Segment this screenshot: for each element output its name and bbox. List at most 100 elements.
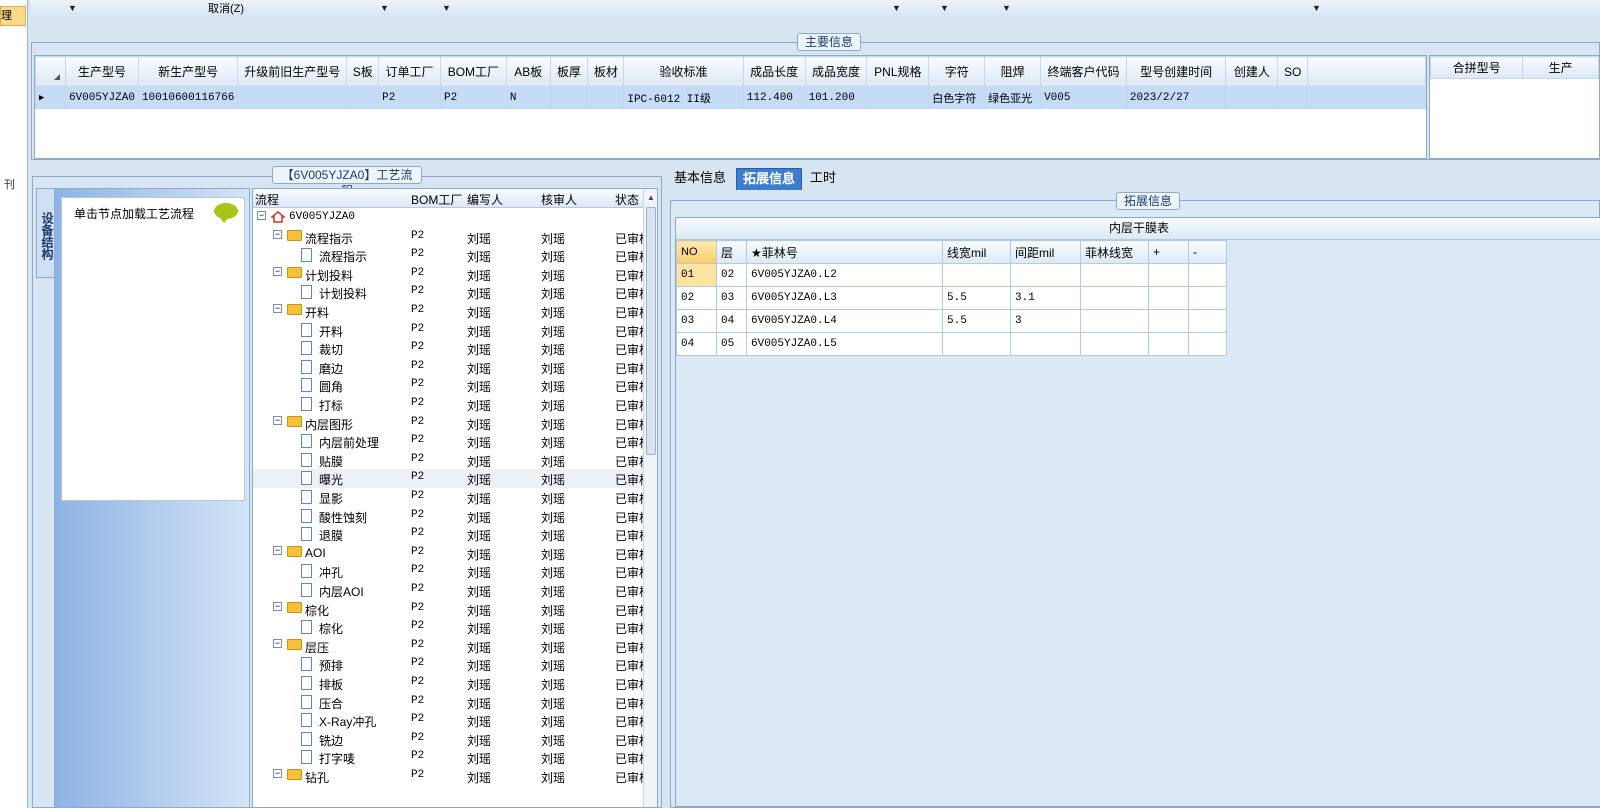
collapse-toggle-icon[interactable]: − bbox=[257, 211, 266, 220]
cell[interactable] bbox=[1080, 263, 1149, 287]
tree-row[interactable]: 贴膜 P2 刘瑶 刘瑶 已审核 bbox=[253, 451, 651, 470]
cell[interactable] bbox=[942, 332, 1011, 356]
cell[interactable]: 6V005YJZA0.L5 bbox=[746, 332, 943, 356]
tree-row[interactable]: 铣边 P2 刘瑶 刘瑶 已审核 bbox=[253, 730, 651, 749]
cell[interactable]: 3.1 bbox=[1010, 286, 1081, 310]
tab-ext-info[interactable]: 拓展信息 bbox=[736, 168, 803, 190]
table-row[interactable]: ▶ 6V005YJZA0 10010600116766 P2 P2 N IPC-… bbox=[35, 86, 1426, 109]
scroll-up-icon[interactable]: ▲ bbox=[647, 193, 655, 202]
table-row[interactable]: 01 02 6V005YJZA0.L2 bbox=[676, 263, 1227, 287]
tree-row[interactable]: 酸性蚀刻 P2 刘瑶 刘瑶 已审核 bbox=[253, 507, 651, 526]
tree-row[interactable]: 预排 P2 刘瑶 刘瑶 已审核 bbox=[253, 655, 651, 674]
cell[interactable]: 10010600116766 bbox=[137, 86, 239, 109]
tree-row[interactable]: 打标 P2 刘瑶 刘瑶 已审核 bbox=[253, 395, 651, 414]
dropdown-arrow-icon[interactable]: ▼ bbox=[442, 0, 451, 16]
column-header[interactable]: 终端客户代码 bbox=[1040, 56, 1127, 87]
column-header[interactable]: 板厚 bbox=[549, 56, 589, 87]
cell[interactable]: 6V005YJZA0.L3 bbox=[746, 286, 943, 310]
column-header[interactable]: 字符 bbox=[928, 56, 986, 87]
cell[interactable]: V005 bbox=[1040, 86, 1127, 109]
tree-row[interactable]: X-Ray冲孔 P2 刘瑶 刘瑶 已审核 bbox=[253, 711, 651, 730]
tree-column-header[interactable]: BOM工厂 bbox=[411, 191, 462, 208]
cell[interactable] bbox=[1188, 286, 1227, 310]
cell[interactable]: 101.200 bbox=[804, 86, 868, 109]
tree-row[interactable]: − 钻孔 P2 刘瑶 刘瑶 已审核 bbox=[253, 767, 651, 786]
cell[interactable]: 6V005YJZA0.L2 bbox=[746, 263, 943, 287]
cell[interactable] bbox=[549, 86, 589, 109]
cell[interactable]: 01 bbox=[676, 263, 717, 287]
table-row[interactable]: 02 03 6V005YJZA0.L3 5.5 3.1 bbox=[676, 286, 1227, 310]
tree-row[interactable]: 磨边 P2 刘瑶 刘瑶 已审核 bbox=[253, 358, 651, 377]
collapse-toggle-icon[interactable]: − bbox=[273, 769, 282, 778]
cell[interactable] bbox=[866, 86, 930, 109]
tree-row[interactable]: 冲孔 P2 刘瑶 刘瑶 已审核 bbox=[253, 562, 651, 581]
cell[interactable] bbox=[1080, 332, 1149, 356]
collapse-toggle-icon[interactable]: − bbox=[273, 545, 282, 555]
cell[interactable] bbox=[942, 263, 1011, 287]
tree-row[interactable]: 开料 P2 刘瑶 刘瑶 已审核 bbox=[253, 321, 651, 340]
cell[interactable] bbox=[1148, 263, 1189, 287]
tree-row[interactable]: − 棕化 P2 刘瑶 刘瑶 已审核 bbox=[253, 600, 651, 619]
column-header[interactable]: 升级前旧生产型号 bbox=[237, 56, 348, 87]
cancel-button[interactable]: 取消(Z) bbox=[208, 1, 244, 17]
cell[interactable]: N bbox=[505, 86, 551, 109]
cell[interactable]: 白色字符 bbox=[928, 86, 986, 109]
dropdown-arrow-icon[interactable]: ▼ bbox=[940, 0, 949, 16]
table-row[interactable]: 04 05 6V005YJZA0.L5 bbox=[676, 332, 1227, 356]
tab-work-hours[interactable]: 工时 bbox=[804, 168, 842, 190]
collapse-toggle-icon[interactable]: − bbox=[273, 601, 282, 611]
column-header[interactable]: 创建人 bbox=[1225, 56, 1279, 87]
tree-row[interactable]: 裁切 P2 刘瑶 刘瑶 已审核 bbox=[253, 339, 651, 358]
column-header[interactable]: PNL规格 bbox=[866, 56, 930, 87]
tree-row[interactable]: 压合 P2 刘瑶 刘瑶 已审核 bbox=[253, 693, 651, 712]
column-header[interactable]: 型号创建时间 bbox=[1125, 56, 1227, 87]
dropdown-arrow-icon[interactable]: ▼ bbox=[1002, 0, 1011, 16]
tree-row[interactable]: 打字唛 P2 刘瑶 刘瑶 已审核 bbox=[253, 748, 651, 767]
dropdown-arrow-icon[interactable]: ▼ bbox=[1312, 0, 1321, 16]
tree-row[interactable]: − AOI P2 刘瑶 刘瑶 已审核 bbox=[253, 544, 651, 563]
cell[interactable]: P2 bbox=[378, 86, 441, 109]
tree-column-header[interactable]: 状态 bbox=[615, 191, 639, 208]
cell[interactable] bbox=[237, 86, 348, 109]
column-header[interactable]: 验收标准 bbox=[623, 56, 744, 87]
cell[interactable] bbox=[587, 86, 625, 109]
cell[interactable]: 03 bbox=[676, 309, 717, 333]
tab-basic-info[interactable]: 基本信息 bbox=[668, 168, 732, 190]
nav-selected-item[interactable]: 理 bbox=[0, 6, 26, 26]
cell[interactable] bbox=[1148, 309, 1189, 333]
tree-row[interactable]: 圆角 P2 刘瑶 刘瑶 已审核 bbox=[253, 376, 651, 395]
cell[interactable]: 6V005YJZA0 bbox=[64, 86, 139, 109]
cell[interactable] bbox=[1188, 263, 1227, 287]
tree-column-header[interactable]: 流程 bbox=[255, 191, 279, 208]
cell[interactable]: 5.5 bbox=[942, 286, 1011, 310]
cell[interactable] bbox=[1277, 86, 1309, 109]
cell[interactable] bbox=[1225, 86, 1279, 109]
film-column-header[interactable]: 线宽mil bbox=[942, 240, 1011, 264]
column-header[interactable]: SO bbox=[1277, 56, 1309, 87]
dropdown-arrow-icon[interactable]: ▼ bbox=[892, 0, 901, 16]
film-column-header[interactable]: 菲林线宽 bbox=[1080, 240, 1149, 264]
cell[interactable] bbox=[1010, 332, 1081, 356]
cell[interactable]: 04 bbox=[676, 332, 717, 356]
tree-row[interactable]: 计划投料 P2 刘瑶 刘瑶 已审核 bbox=[253, 283, 651, 302]
cell[interactable] bbox=[1188, 332, 1227, 356]
cell[interactable]: 05 bbox=[716, 332, 747, 356]
tree-scrollbar[interactable]: ▲ bbox=[643, 189, 657, 807]
tree-row[interactable]: 流程指示 P2 刘瑶 刘瑶 已审核 bbox=[253, 246, 651, 265]
film-column-header[interactable]: NO bbox=[676, 240, 717, 264]
collapse-toggle-icon[interactable]: − bbox=[273, 229, 282, 239]
cell[interactable]: 02 bbox=[676, 286, 717, 310]
tree-row[interactable]: − 开料 P2 刘瑶 刘瑶 已审核 bbox=[253, 302, 651, 321]
cell[interactable]: 04 bbox=[716, 309, 747, 333]
scroll-thumb[interactable] bbox=[646, 207, 656, 455]
cell[interactable] bbox=[1080, 309, 1149, 333]
cell[interactable]: 03 bbox=[716, 286, 747, 310]
dropdown-arrow-icon[interactable]: ▼ bbox=[380, 0, 389, 16]
column-header[interactable]: 生产 bbox=[1522, 56, 1599, 79]
cell[interactable]: 02 bbox=[716, 263, 747, 287]
node-box[interactable]: 单击节点加载工艺流程 bbox=[61, 197, 245, 501]
tree-row[interactable]: − 流程指示 P2 刘瑶 刘瑶 已审核 bbox=[253, 228, 651, 247]
tree-column-header[interactable]: 核审人 bbox=[541, 191, 577, 208]
column-header[interactable]: 订单工厂 bbox=[378, 56, 441, 87]
column-header[interactable]: BOM工厂 bbox=[439, 56, 507, 87]
